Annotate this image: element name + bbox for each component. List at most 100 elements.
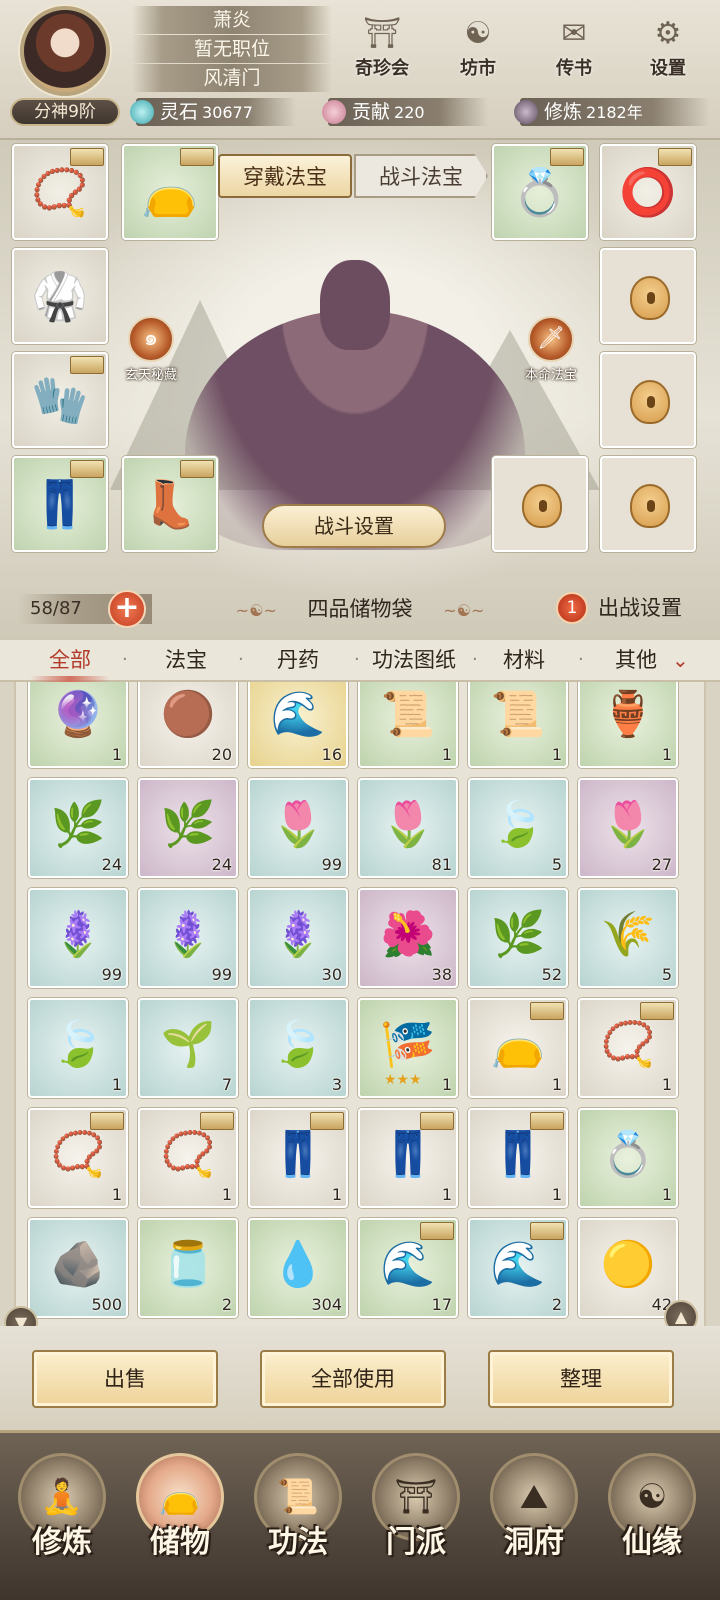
sort-button[interactable]: 整理 (488, 1350, 674, 1408)
tab-others[interactable]: 其他 (606, 640, 666, 680)
quality-tag (530, 1002, 564, 1020)
inventory-item[interactable]: 👖 1 (468, 1108, 568, 1208)
inventory-item[interactable]: 📜 1 (468, 682, 568, 768)
nav-item-immortal-fate[interactable]: ☯ 仙缘 (596, 1453, 708, 1593)
avatar-block[interactable]: 分神9阶 (6, 2, 124, 126)
nav-item-sect-gate[interactable]: ⛩ 门派 (360, 1453, 472, 1593)
meditation-figure-icon (514, 100, 538, 124)
inventory-panel[interactable]: 🔮 1 🟤 20 🌊 16 📜 1 📜 1 🏺 1 🌿 24 🌿 24 🌷 99 🌷 81 🍃 5 🌷 27 🪻 99 🪻 99 🪻 30… (14, 682, 706, 1326)
inventory-item[interactable]: 🌱 7 (138, 998, 238, 1098)
equip-slot-gauntlet[interactable]: 🧤 (12, 352, 108, 448)
item-count: 3 (331, 1075, 342, 1094)
equip-slot-locked[interactable] (600, 456, 696, 552)
inventory-item[interactable]: 🌊 16 (248, 682, 348, 768)
inventory-item[interactable]: 🎏 ★★★ 1 (358, 998, 458, 1098)
tab-separator: · (578, 649, 584, 670)
category-tabs: 全部 · 法宝 · 丹药 · 功法图纸 · 材料 · 其他 ⌄ (0, 640, 720, 682)
natal-treasure-button[interactable]: 🗡 本命法宝 (506, 316, 596, 392)
inventory-item[interactable]: 🍃 3 (248, 998, 348, 1098)
pavilion-icon: ⛩ (362, 16, 402, 51)
inventory-item[interactable]: 🌿 24 (28, 778, 128, 878)
equip-slot-necklace[interactable]: 📿 (12, 144, 108, 240)
inventory-item[interactable]: 🔮 1 (28, 682, 128, 768)
item-count: 1 (111, 745, 122, 764)
inventory-item[interactable]: 📜 1 (358, 682, 458, 768)
equip-slot-locked[interactable] (600, 352, 696, 448)
nav-label: 修炼 (32, 1525, 92, 1560)
inventory-item[interactable]: 💍 1 (578, 1108, 678, 1208)
nav-item-cultivation[interactable]: 🧘 修炼 (6, 1453, 118, 1593)
bag-title-wrap: ~☯~ 四品储物袋 ~☯~ (200, 592, 520, 628)
inventory-item[interactable]: 📿 1 (578, 998, 678, 1098)
inventory-item[interactable]: 🪨 500 (28, 1218, 128, 1318)
nav-item-cave-mountain[interactable]: ⛰ 洞府 (478, 1453, 590, 1593)
item-count: 27 (651, 855, 672, 874)
market-button[interactable]: ☯ 坊市 (440, 14, 516, 86)
equip-slot-locked[interactable] (600, 248, 696, 344)
resource-name: 贡献 (352, 101, 391, 123)
inventory-item[interactable]: 🪻 99 (28, 888, 128, 988)
inventory-item[interactable]: 🟤 20 (138, 682, 238, 768)
quality-tag (70, 356, 104, 374)
avatar[interactable] (20, 6, 110, 96)
nav-item-technique-scroll[interactable]: 📜 功法 (242, 1453, 354, 1593)
use-all-button[interactable]: 全部使用 (260, 1350, 446, 1408)
cultivation-resource: 修炼 2182年 (514, 98, 710, 126)
item-count: 1 (331, 1185, 342, 1204)
equip-slot-locked[interactable] (492, 456, 588, 552)
inventory-item[interactable]: 🟡 42 (578, 1218, 678, 1318)
top-menu: ⛩ 奇珍会 ☯ 坊市 ✉ 传书 ⚙ 设置 (344, 14, 714, 86)
battle-settings-button[interactable]: 战斗设置 (262, 504, 446, 548)
spirit-stone-icon (130, 100, 154, 124)
equip-slot-jade-ring[interactable]: ⭕ (600, 144, 696, 240)
tab-technique-blueprints[interactable]: 功法图纸 (362, 640, 466, 680)
sell-button[interactable]: 出售 (32, 1350, 218, 1408)
chevron-down-icon[interactable]: ⌄ (672, 640, 689, 680)
inventory-item[interactable]: 🌿 24 (138, 778, 238, 878)
inventory-item[interactable]: 🌷 81 (358, 778, 458, 878)
inventory-item[interactable]: 🍃 5 (468, 778, 568, 878)
tab-battle-treasure[interactable]: 战斗法宝 (354, 154, 488, 198)
quality-tag (640, 1002, 674, 1020)
mail-button[interactable]: ✉ 传书 (536, 14, 612, 86)
tab-worn-treasure[interactable]: 穿戴法宝 (218, 154, 352, 198)
tab-pills[interactable]: 丹药 (268, 640, 328, 680)
inventory-item[interactable]: 🌿 52 (468, 888, 568, 988)
settings-button[interactable]: ⚙ 设置 (630, 14, 706, 86)
equip-slot-boots[interactable]: 👢 (122, 456, 218, 552)
inventory-item[interactable]: 👖 1 (248, 1108, 348, 1208)
inventory-item[interactable]: 🌾 5 (578, 888, 678, 988)
item-count: 38 (431, 965, 452, 984)
inventory-item[interactable]: 🌷 27 (578, 778, 678, 878)
deploy-settings-button[interactable]: 1 出战设置 (556, 590, 716, 626)
tab-treasure[interactable]: 法宝 (156, 640, 216, 680)
quality-tag (550, 148, 584, 166)
inventory-item[interactable]: 🌊 17 (358, 1218, 458, 1318)
equip-slot-pants[interactable]: 👖 (12, 456, 108, 552)
inventory-item[interactable]: 🪻 99 (138, 888, 238, 988)
inventory-item[interactable]: 🌺 38 (358, 888, 458, 988)
inventory-item[interactable]: 💧 304 (248, 1218, 348, 1318)
xuantian-treasury-button[interactable]: ๑ 玄天秘藏 (106, 316, 196, 392)
inventory-item[interactable]: 📿 1 (138, 1108, 238, 1208)
rank-badge: 分神9阶 (10, 98, 120, 126)
equip-slot-pouch[interactable]: 👝 (122, 144, 218, 240)
inventory-item[interactable]: 🌊 2 (468, 1218, 568, 1318)
inventory-item[interactable]: 👝 1 (468, 998, 568, 1098)
inventory-item[interactable]: 🪻 30 (248, 888, 348, 988)
inventory-item[interactable]: 👖 1 (358, 1108, 458, 1208)
treasure-auction-button[interactable]: ⛩ 奇珍会 (344, 14, 420, 86)
inventory-item[interactable]: 📿 1 (28, 1108, 128, 1208)
equip-slot-ring[interactable]: 💍 (492, 144, 588, 240)
nav-item-storage-bag[interactable]: 👝 储物 (124, 1453, 236, 1593)
inventory-item[interactable]: 🫙 2 (138, 1218, 238, 1318)
item-count: 99 (321, 855, 342, 874)
item-count: 1 (661, 745, 672, 764)
inventory-item[interactable]: 🏺 1 (578, 682, 678, 768)
expand-capacity-button[interactable]: + (108, 590, 146, 628)
inventory-item[interactable]: 🍃 1 (28, 998, 128, 1098)
tab-all[interactable]: 全部 (30, 640, 110, 682)
tab-materials[interactable]: 材料 (494, 640, 554, 680)
inventory-item[interactable]: 🌷 99 (248, 778, 348, 878)
equip-slot-robe[interactable]: 🥋 (12, 248, 108, 344)
